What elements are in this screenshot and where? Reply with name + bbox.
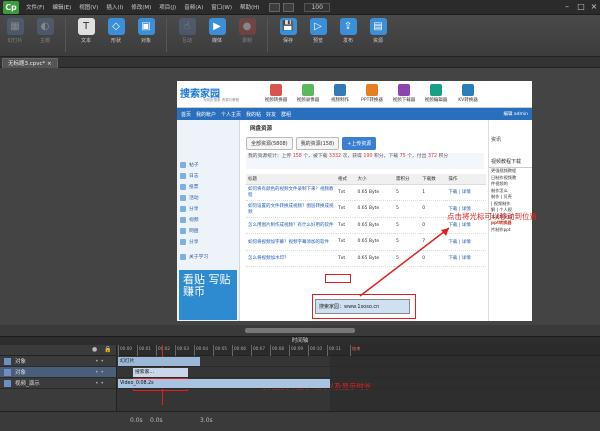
record-icon: ● xyxy=(238,18,256,35)
save-button[interactable]: 💾 保存 xyxy=(273,18,303,44)
themes-icon: ◐ xyxy=(36,18,54,35)
menu-item-6[interactable]: 音频(A) xyxy=(180,3,207,11)
menu-item-2[interactable]: 视图(V) xyxy=(75,3,102,11)
app-logo: Cp xyxy=(3,0,19,14)
tool-label: 录制 xyxy=(241,38,252,44)
preview-button[interactable]: ▷ 预览 xyxy=(303,18,333,44)
shapes-button[interactable]: ◇ 形状 xyxy=(101,18,131,44)
preview-icon: ▷ xyxy=(309,18,327,35)
maximize-button[interactable]: □ xyxy=(574,1,588,13)
annotation-arrow xyxy=(359,227,450,297)
timeline-footer-value: 0.0s xyxy=(130,417,143,424)
timeline-title: 时间轴 xyxy=(0,336,600,345)
interactions-button[interactable]: ☝ 互动 xyxy=(172,18,202,44)
captivate-window: Cp 文件(F) 编辑(E) 视图(V) 插入(I) 修改(M) 项目(J) 音频(A) 窗口… xyxy=(0,0,600,431)
record-button[interactable]: ● 录制 xyxy=(232,18,262,44)
tool-label: 互动 xyxy=(181,38,192,44)
timeline-clip[interactable]: 搜索家... xyxy=(133,368,188,377)
save-icon: 💾 xyxy=(279,18,297,35)
stage-scrollbar[interactable] xyxy=(0,325,600,336)
menu-item-8[interactable]: 帮助(H) xyxy=(236,3,263,11)
tool-label: 预览 xyxy=(312,38,323,44)
layout-icon[interactable] xyxy=(269,2,281,12)
stage-annotation: 点击将光标可以移动到位置 xyxy=(447,212,537,221)
tool-label: 形状 xyxy=(110,38,121,44)
quick-toolbar xyxy=(269,2,295,12)
document-tabs: 无标题3.cpvc* × xyxy=(0,57,600,68)
zoom-select[interactable]: 100 xyxy=(304,2,330,12)
tool-label: 媒体 xyxy=(211,38,222,44)
text-button[interactable]: T 文本 xyxy=(71,18,101,44)
timeline-footer-value: 0.0s xyxy=(150,417,163,424)
tab-untitled3[interactable]: 无标题3.cpvc* × xyxy=(2,58,58,68)
media-button[interactable]: ▶ 媒体 xyxy=(202,18,232,44)
tool-label: 主题 xyxy=(39,38,50,44)
menu-item-5[interactable]: 项目(J) xyxy=(155,3,180,11)
close-button[interactable]: × xyxy=(587,1,600,13)
publish-button[interactable]: ⇪ 发布 xyxy=(333,18,363,44)
objects-button[interactable]: ▣ 对象 xyxy=(131,18,161,44)
media-icon: ▶ xyxy=(208,18,226,35)
minimize-button[interactable]: – xyxy=(560,1,574,13)
preview-mini-icon[interactable] xyxy=(283,2,295,12)
toolbar-separator xyxy=(166,18,167,52)
timeline-clip[interactable]: Video_0:08.2s xyxy=(118,379,330,388)
stage-area: 搜索家园 为网页搜索 资源与教程 视频转换器 视频录像器 视频制作 PPT转换器 视频下… xyxy=(0,68,600,336)
menu-item-1[interactable]: 编辑(E) xyxy=(48,3,75,11)
publish-icon: ⇪ xyxy=(339,18,357,35)
doc-tab-label: 无标题3.cpvc* xyxy=(8,61,46,67)
close-icon[interactable]: × xyxy=(47,61,52,67)
menu-item-0[interactable]: 文件(F) xyxy=(22,3,48,11)
tool-label: 资源 xyxy=(372,38,383,44)
assets-button[interactable]: ▤ 资源 xyxy=(363,18,393,44)
slides-button[interactable]: ▦ 幻灯片 xyxy=(0,18,30,44)
title-bar: Cp 文件(F) 编辑(E) 视图(V) 插入(I) 修改(M) 项目(J) 音频(A) 窗口… xyxy=(0,0,600,15)
tool-label: 对象 xyxy=(140,38,151,44)
shapes-icon: ◇ xyxy=(107,18,125,35)
tool-label: 文本 xyxy=(80,38,91,44)
timeline-footer: 0.0s 0.0s 3.0s xyxy=(0,411,600,431)
timeline-track: 搜索家... xyxy=(118,367,600,378)
slides-icon: ▦ xyxy=(6,18,24,35)
objects-icon: ▣ xyxy=(137,18,155,35)
assets-icon: ▤ xyxy=(369,18,387,35)
menu-item-3[interactable]: 插入(I) xyxy=(102,3,127,11)
timeline-clip[interactable]: 幻灯片 xyxy=(118,357,200,366)
timeline-track: 幻灯片 xyxy=(118,356,600,367)
timeline-panel: ● 🔒 对象 • • 对象 • • 视频_演示 • • 00:00 00:01 00:02 00… xyxy=(0,345,600,431)
toolbar-separator xyxy=(65,18,66,52)
tool-label: 幻灯片 xyxy=(7,38,23,44)
timeline-track: Video_0:08.2s xyxy=(118,378,600,389)
themes-button[interactable]: ◐ 主题 xyxy=(30,18,60,44)
menu-item-4[interactable]: 修改(M) xyxy=(127,3,155,11)
main-toolbar: ▦ 幻灯片 ◐ 主题 T 文本 ◇ 形状 ▣ 对象 ☝ 互动 ▶ 媒体 ● 录制 💾 保存 ▷ 预览 ⇪ 发布 ▤ 资源 xyxy=(0,15,600,57)
interactions-icon: ☝ xyxy=(178,18,196,35)
menu-bar: 文件(F) 编辑(E) 视图(V) 插入(I) 修改(M) 项目(J) 音频(A) 窗口(W)… xyxy=(22,3,263,11)
text-icon: T xyxy=(77,18,95,35)
menu-item-7[interactable]: 窗口(W) xyxy=(207,3,236,11)
tool-label: 保存 xyxy=(282,38,293,44)
toolbar-separator xyxy=(267,18,268,52)
tool-label: 发布 xyxy=(342,38,353,44)
timeline-footer-value: 3.0s xyxy=(200,417,213,424)
